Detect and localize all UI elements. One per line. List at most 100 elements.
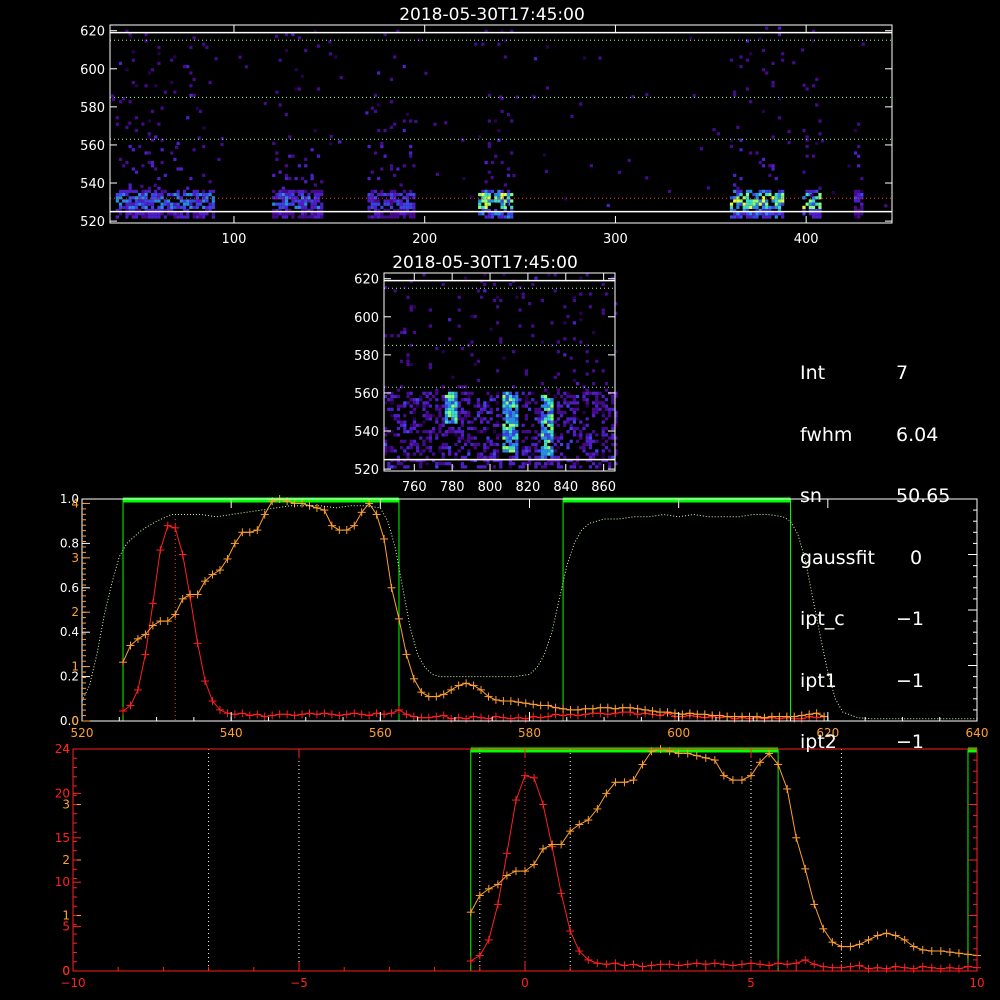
heat-pixel bbox=[805, 144, 809, 149]
heat-pixel bbox=[496, 442, 500, 447]
heat-pixel bbox=[487, 144, 491, 149]
heat-pixel bbox=[608, 455, 612, 459]
heat-pixel bbox=[316, 192, 321, 197]
heat-pixel bbox=[170, 205, 174, 209]
heat-pixel bbox=[294, 87, 298, 91]
heat-pixel bbox=[540, 436, 544, 440]
x-tick-label: 600 bbox=[667, 726, 690, 740]
heat-pixel bbox=[608, 465, 612, 469]
heat-pixel bbox=[805, 135, 809, 139]
heat-pixel bbox=[451, 401, 455, 405]
heat-pixel bbox=[598, 465, 602, 469]
heat-pixel bbox=[412, 426, 416, 431]
heat-pixel bbox=[400, 420, 404, 424]
heat-pixel bbox=[508, 433, 512, 437]
heat-pixel bbox=[569, 407, 573, 411]
heat-pixel bbox=[214, 57, 218, 61]
heat-pixel bbox=[396, 404, 400, 408]
heat-pixel bbox=[500, 109, 504, 113]
heat-pixel bbox=[409, 192, 413, 197]
heat-pixel bbox=[861, 42, 865, 46]
heat-pixel bbox=[396, 394, 400, 399]
heat-pixel bbox=[777, 116, 782, 120]
heat-pixel bbox=[585, 452, 589, 456]
heat-pixel bbox=[278, 212, 282, 216]
heat-pixel bbox=[195, 205, 199, 209]
heat-pixel bbox=[460, 423, 464, 427]
heat-pixel bbox=[138, 202, 142, 206]
heat-pixel bbox=[157, 176, 161, 181]
heat-pixel bbox=[531, 324, 535, 328]
heat-pixel bbox=[528, 446, 532, 450]
heat-pixel bbox=[275, 157, 279, 161]
heat-pixel bbox=[425, 455, 429, 459]
heat-pixel bbox=[515, 394, 519, 399]
heat-pixel bbox=[608, 407, 612, 411]
heat-pixel bbox=[489, 455, 493, 459]
heat-pixel bbox=[441, 423, 445, 427]
heat-pixel bbox=[128, 100, 132, 104]
heat-pixel bbox=[563, 391, 567, 395]
heat-pixel bbox=[540, 446, 544, 450]
heat-pixel bbox=[528, 391, 532, 395]
heat-pixel bbox=[406, 401, 410, 405]
heat-pixel bbox=[186, 215, 190, 219]
heat-pixel bbox=[125, 189, 129, 193]
heat-pixel bbox=[496, 436, 500, 440]
heat-pixel bbox=[601, 426, 605, 431]
heat-pixel bbox=[502, 417, 506, 421]
heat-pixel bbox=[284, 48, 289, 53]
heat-pixel bbox=[528, 430, 532, 434]
heat-pixel bbox=[499, 337, 503, 341]
heat-pixel bbox=[406, 362, 410, 367]
heat-pixel bbox=[515, 449, 519, 453]
x-tick-label: 5 bbox=[747, 976, 755, 990]
heat-pixel bbox=[300, 212, 305, 216]
heat-pixel bbox=[192, 212, 196, 216]
heat-pixel bbox=[157, 212, 161, 216]
heat-pixel bbox=[435, 172, 439, 177]
heat-pixel bbox=[144, 84, 148, 88]
y-tick-label: 0.8 bbox=[60, 536, 79, 550]
heat-pixel bbox=[608, 410, 612, 415]
heat-pixel bbox=[170, 80, 174, 85]
heat-pixel bbox=[487, 189, 491, 193]
heat-pixel bbox=[291, 212, 295, 216]
heat-pixel bbox=[409, 308, 413, 312]
heat-pixel bbox=[611, 407, 615, 411]
heat-pixel bbox=[742, 205, 746, 209]
heat-pixel bbox=[588, 446, 592, 450]
heat-pixel bbox=[547, 420, 551, 424]
heat-pixel bbox=[125, 192, 129, 197]
heat-pixel bbox=[291, 215, 295, 219]
heat-pixel bbox=[186, 202, 190, 206]
heat-pixel bbox=[454, 417, 458, 421]
heat-pixel bbox=[595, 359, 599, 363]
heat-pixel bbox=[304, 199, 308, 203]
heat-pixel bbox=[777, 199, 782, 203]
heat-pixel bbox=[176, 141, 180, 145]
heat-pixel bbox=[402, 196, 406, 200]
heat-pixel bbox=[808, 205, 812, 209]
heat-pixel bbox=[416, 449, 420, 453]
heat-pixel bbox=[403, 414, 407, 418]
heat-pixel bbox=[540, 465, 544, 469]
heat-pixel bbox=[163, 189, 167, 193]
heat-pixel bbox=[393, 417, 397, 421]
heat-pixel bbox=[186, 186, 190, 190]
heat-pixel bbox=[739, 148, 743, 152]
heat-pixel bbox=[608, 462, 612, 466]
heat-pixel bbox=[547, 430, 551, 434]
heat-pixel bbox=[444, 404, 448, 408]
heat-pixel bbox=[451, 430, 455, 434]
heat-pixel bbox=[502, 436, 506, 440]
heat-pixel bbox=[765, 212, 769, 216]
heat-pixel bbox=[601, 430, 605, 434]
heat-pixel bbox=[313, 183, 317, 187]
heat-pixel bbox=[416, 401, 420, 405]
heat-pixel bbox=[198, 212, 203, 216]
heat-pixel bbox=[186, 116, 190, 120]
heat-pixel bbox=[419, 462, 423, 466]
heat-pixel bbox=[592, 382, 596, 386]
heat-pixel bbox=[544, 420, 548, 424]
